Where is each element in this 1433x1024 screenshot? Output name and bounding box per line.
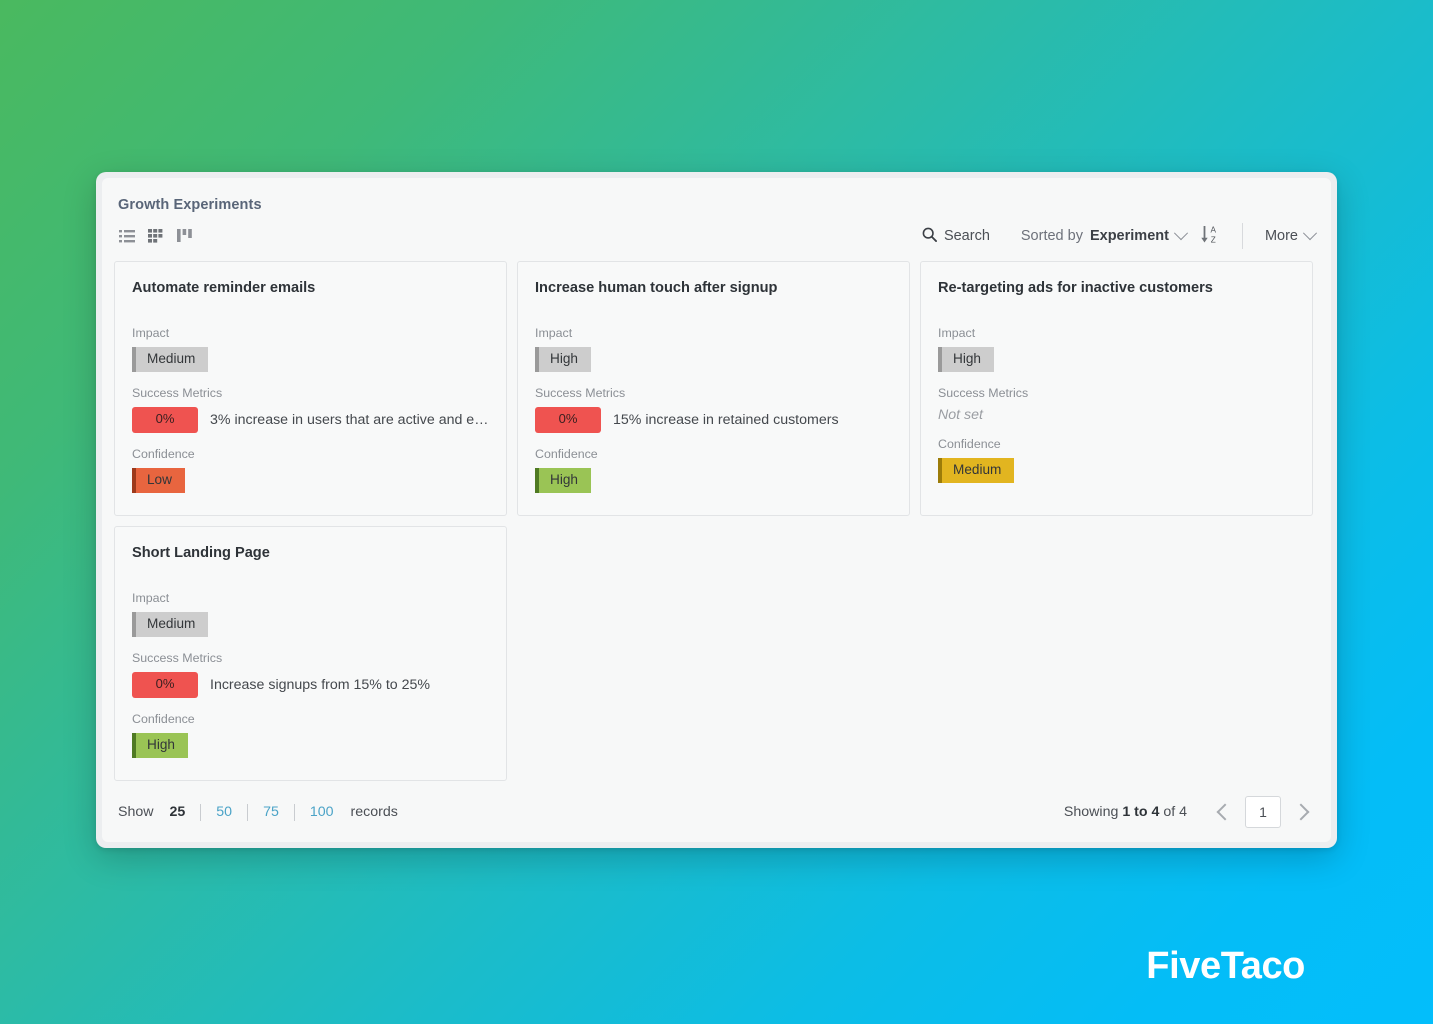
- page-size-divider: [200, 803, 202, 821]
- confidence-field: Confidence Medium: [938, 437, 1295, 484]
- experiment-title: Increase human touch after signup: [535, 280, 778, 296]
- metric-empty-text: Not set: [938, 407, 983, 424]
- confidence-badge: Low: [132, 467, 185, 493]
- success-metrics-label: Success Metrics: [132, 386, 223, 401]
- view-switcher: [118, 228, 193, 245]
- brand-logo: FiveTaco: [1146, 945, 1305, 987]
- pagination: Showing 1 to 4 of 4 1: [1064, 796, 1315, 828]
- experiment-card[interactable]: Short Landing Page Impact Medium Success…: [114, 526, 507, 781]
- confidence-badge: Medium: [938, 458, 1015, 484]
- page-size-option-100[interactable]: 100: [310, 804, 334, 820]
- success-metrics-field: Success Metrics Not set: [938, 386, 1295, 423]
- metric-text: 15% increase in retained customers: [613, 412, 839, 428]
- chevron-down-icon: [1173, 226, 1189, 241]
- metric-row: 0% 3% increase in users that are active …: [132, 407, 489, 433]
- more-label: More: [1264, 228, 1298, 244]
- success-metrics-label: Success Metrics: [938, 386, 1029, 401]
- confidence-field: Confidence High: [132, 712, 489, 758]
- confidence-label: Confidence: [938, 437, 1001, 452]
- experiment-card[interactable]: Re-targeting ads for inactive customers …: [920, 261, 1313, 516]
- metric-text: Increase signups from 15% to 25%: [210, 677, 431, 693]
- metric-row: Not set: [938, 407, 1295, 423]
- chevron-left-icon[interactable]: [1211, 797, 1239, 827]
- impact-badge: Medium: [132, 612, 209, 638]
- page-number-1[interactable]: 1: [1245, 796, 1281, 828]
- success-metrics-label: Success Metrics: [132, 651, 223, 666]
- confidence-field: Confidence Low: [132, 447, 489, 493]
- app-window-inner: Growth Experiments Search Sorted by Expe…: [102, 178, 1331, 842]
- page-size-divider: [247, 803, 249, 821]
- sorted-by-dropdown[interactable]: Sorted by Experiment: [1020, 226, 1189, 244]
- chevron-down-icon: [1302, 226, 1318, 241]
- confidence-label: Confidence: [132, 446, 195, 461]
- impact-label: Impact: [132, 591, 170, 605]
- toolbar-actions: Search Sorted by Experiment A Z More: [922, 223, 1318, 249]
- page-size-selector: Show 25 50 75 100 records: [118, 803, 398, 821]
- show-label: Show: [118, 804, 154, 820]
- impact-label: Impact: [535, 326, 573, 340]
- more-dropdown[interactable]: More: [1264, 226, 1318, 244]
- records-label: records: [350, 804, 398, 820]
- list-view-icon[interactable]: [118, 228, 135, 245]
- experiment-card[interactable]: Increase human touch after signup Impact…: [517, 261, 910, 516]
- toolbar-divider: [1241, 223, 1243, 249]
- sort-a-z-icon[interactable]: A Z: [1201, 224, 1220, 248]
- metric-row: 0% Increase signups from 15% to 25%: [132, 672, 489, 698]
- impact-label: Impact: [132, 326, 170, 340]
- confidence-badge: High: [535, 467, 591, 493]
- impact-label: Impact: [938, 326, 976, 340]
- confidence-field: Confidence High: [535, 447, 892, 493]
- showing-suffix: of 4: [1163, 804, 1187, 820]
- grid-view-icon[interactable]: [147, 228, 164, 245]
- showing-range: 1 to 4: [1122, 804, 1160, 820]
- search-button[interactable]: Search: [922, 227, 990, 246]
- success-metrics-field: Success Metrics 0% 3% increase in users …: [132, 386, 489, 433]
- sorted-by-value: Experiment: [1089, 228, 1169, 244]
- impact-field: Impact High: [535, 326, 892, 373]
- metric-progress-badge: 0%: [535, 407, 601, 433]
- svg-text:Z: Z: [1211, 235, 1216, 244]
- success-metrics-label: Success Metrics: [535, 386, 626, 401]
- page-title: Growth Experiments: [118, 197, 262, 213]
- app-window: Growth Experiments Search Sorted by Expe…: [96, 172, 1337, 848]
- impact-badge: High: [535, 347, 591, 373]
- metric-progress-badge: 0%: [132, 672, 198, 698]
- page-size-option-50[interactable]: 50: [216, 804, 232, 820]
- experiment-title: Re-targeting ads for inactive customers: [938, 280, 1213, 296]
- impact-badge: High: [938, 347, 994, 373]
- showing-status: Showing 1 to 4 of 4: [1064, 804, 1187, 820]
- page-size-option-25[interactable]: 25: [170, 804, 186, 820]
- impact-badge: Medium: [132, 347, 209, 373]
- confidence-label: Confidence: [535, 446, 598, 461]
- svg-text:A: A: [1210, 226, 1216, 235]
- sorted-by-label: Sorted by: [1020, 228, 1083, 244]
- kanban-view-icon[interactable]: [176, 228, 193, 245]
- page-size-option-75[interactable]: 75: [263, 804, 279, 820]
- success-metrics-field: Success Metrics 0% Increase signups from…: [132, 651, 489, 698]
- metric-row: 0% 15% increase in retained customers: [535, 407, 892, 433]
- experiment-card[interactable]: Automate reminder emails Impact Medium S…: [114, 261, 507, 516]
- metric-progress-badge: 0%: [132, 407, 198, 433]
- search-label: Search: [943, 228, 990, 244]
- search-icon: [922, 227, 937, 246]
- page-size-divider: [293, 803, 295, 821]
- impact-field: Impact Medium: [132, 326, 489, 373]
- toolbar: Search Sorted by Experiment A Z More: [102, 213, 1331, 249]
- confidence-label: Confidence: [132, 711, 195, 726]
- confidence-badge: High: [132, 732, 188, 758]
- success-metrics-field: Success Metrics 0% 15% increase in retai…: [535, 386, 892, 433]
- experiments-grid: Automate reminder emails Impact Medium S…: [102, 247, 1331, 781]
- table-footer: Show 25 50 75 100 records Showing 1 to 4…: [102, 782, 1331, 842]
- impact-field: Impact Medium: [132, 591, 489, 638]
- experiment-title: Automate reminder emails: [132, 280, 316, 296]
- showing-prefix: Showing: [1063, 804, 1119, 820]
- chevron-right-icon[interactable]: [1287, 797, 1315, 827]
- impact-field: Impact High: [938, 326, 1295, 373]
- metric-text: 3% increase in users that are active and…: [210, 412, 489, 428]
- experiment-title: Short Landing Page: [132, 545, 270, 561]
